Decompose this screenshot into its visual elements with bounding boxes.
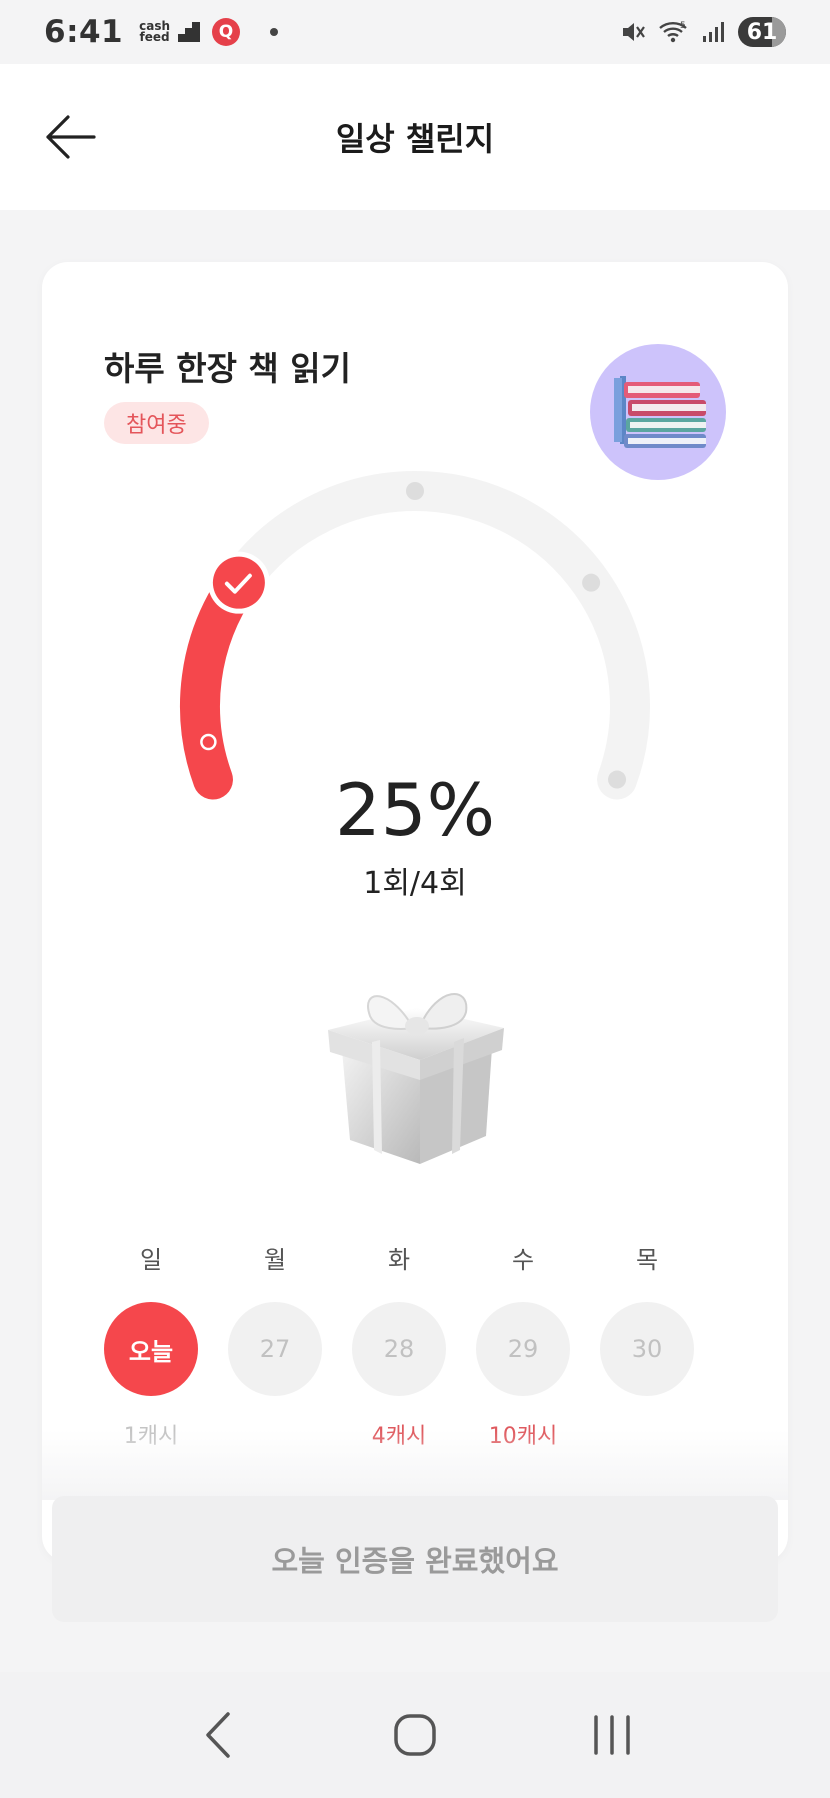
gauge-progress <box>180 562 259 800</box>
day-label: 화 <box>387 1246 411 1274</box>
start-marker <box>200 733 217 751</box>
nav-back-button[interactable] <box>173 1695 263 1775</box>
day-item: 일오늘1캐시 <box>104 1240 198 1449</box>
cashfeed-icon: cash feed <box>139 20 170 44</box>
system-nav-bar <box>0 1672 830 1798</box>
arrow-left-icon <box>46 115 96 159</box>
wifi-icon: 5 <box>658 19 690 45</box>
day-circle[interactable]: 27 <box>228 1302 322 1396</box>
day-item: 화284캐시 <box>352 1240 446 1449</box>
nav-home-button[interactable] <box>370 1695 460 1775</box>
day-circle[interactable]: 30 <box>600 1302 694 1396</box>
day-item: 수2910캐시 <box>476 1240 570 1449</box>
check-circle <box>212 556 265 609</box>
nav-recents-button[interactable] <box>567 1695 657 1775</box>
day-item: 월 27 <box>228 1240 322 1448</box>
back-button[interactable] <box>44 114 100 160</box>
mute-icon <box>620 19 646 45</box>
gauge-track <box>180 471 650 800</box>
challenge-card: 하루 한장 책 읽기 참여중 25% 1회/4회 일 오늘 월 27 화 28 … <box>42 262 788 1562</box>
books-icon <box>590 344 726 480</box>
day-circle[interactable]: 29 <box>476 1302 570 1396</box>
check-ring <box>207 551 270 614</box>
day-circle[interactable]: 오늘 <box>104 1302 198 1396</box>
battery-icon: 61 <box>738 17 786 47</box>
scroll-fade <box>42 1430 788 1500</box>
complete-button[interactable]: 오늘 인증을 완료했어요 <box>52 1496 778 1622</box>
challenge-title: 하루 한장 책 읽기 <box>104 349 351 388</box>
day-label: 목 <box>635 1246 659 1274</box>
gift-icon <box>320 968 510 1168</box>
day-label: 일 <box>139 1246 163 1274</box>
notification-dot-icon <box>270 28 279 36</box>
status-time: 6:41 <box>44 14 124 50</box>
day-item: 목 30 <box>600 1240 694 1448</box>
progress-percent: 25% <box>334 768 496 852</box>
nav-home-icon <box>394 1714 436 1756</box>
nav-recents-icon <box>593 1715 630 1755</box>
day-label: 수 <box>511 1246 535 1274</box>
check-icon <box>224 573 252 594</box>
signal-icon <box>702 20 726 44</box>
battery-level: 61 <box>746 19 778 45</box>
page-title: 일상 챌린지 <box>335 120 495 158</box>
status-bar: 6:41 cash feed Q 5 61 <box>0 0 830 64</box>
status-badge: 참여중 <box>104 402 209 444</box>
app-header: 일상 챌린지 <box>0 64 830 210</box>
day-circle[interactable]: 28 <box>352 1302 446 1396</box>
cashfeed-line2: feed <box>139 30 170 44</box>
steps-icon <box>178 22 201 42</box>
day-label: 월 <box>263 1246 287 1274</box>
progress-count: 1회/4회 <box>363 866 467 901</box>
q-app-icon: Q <box>212 18 241 46</box>
network-label: 5 <box>680 21 686 31</box>
milestone-dot <box>582 573 601 592</box>
nav-back-icon <box>206 1712 231 1758</box>
milestone-dot <box>406 482 424 500</box>
